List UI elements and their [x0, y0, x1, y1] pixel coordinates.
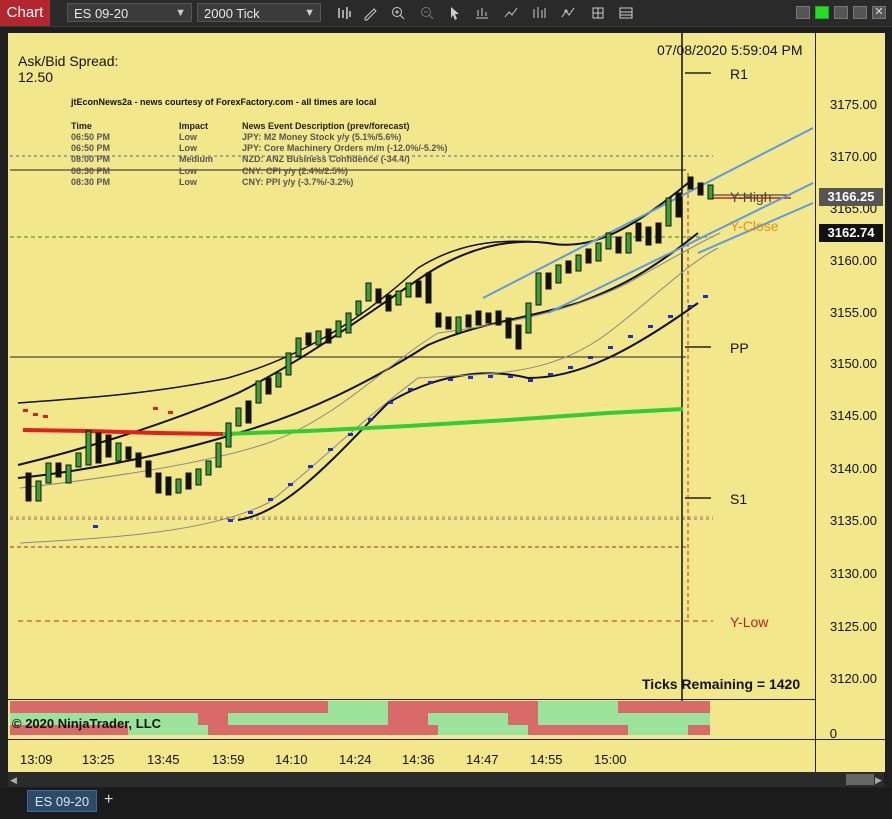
- link-color-button[interactable]: [815, 6, 829, 19]
- time-tick: 14:24: [339, 752, 372, 767]
- data-box-icon[interactable]: [560, 5, 576, 21]
- price-tick: 3140.00: [830, 461, 877, 476]
- news-row-time: 06:50 PM: [71, 132, 111, 142]
- snap-icon[interactable]: [590, 5, 606, 21]
- news-row-time: 08:30 PM: [71, 177, 111, 187]
- zoom-out-icon[interactable]: [419, 5, 435, 21]
- scroll-right-icon[interactable]: ▶: [875, 775, 882, 786]
- grid-icon[interactable]: [618, 5, 634, 21]
- price-tick: 3175.00: [830, 97, 877, 112]
- chart-panel[interactable]: Ask/Bid Spread: 12.50 07/08/2020 5:59:04…: [8, 33, 881, 739]
- time-tick: 14:47: [466, 752, 499, 767]
- time-tick: 13:45: [147, 752, 180, 767]
- chart-tab-bar: ES 09-20 +: [0, 788, 892, 819]
- news-row-time: 08:00 PM: [71, 154, 111, 164]
- time-tick: 13:09: [20, 752, 53, 767]
- news-row-impact: Low: [179, 143, 197, 153]
- time-tick: 13:59: [212, 752, 245, 767]
- news-row-impact: Low: [179, 132, 197, 142]
- interval-value: 2000 Tick: [204, 6, 260, 21]
- y-low-label: Y-Low: [730, 614, 769, 630]
- news-header-impact: Impact: [179, 121, 209, 131]
- news-row-impact: Low: [179, 166, 197, 176]
- spread-value: 12.50: [18, 69, 54, 85]
- price-tick: 3170.00: [830, 149, 877, 164]
- chart-menu-button[interactable]: Chart: [0, 0, 50, 26]
- copyright: © 2020 NinjaTrader, LLC: [12, 716, 162, 731]
- news-row-time: 08:30 PM: [71, 166, 111, 176]
- y-high-label: Y-High: [730, 189, 772, 205]
- indicator-icon[interactable]: [474, 5, 490, 21]
- strategy-icon[interactable]: [503, 5, 519, 21]
- news-row-desc: JPY: M2 Money Stock y/y (5.1%/5.6%): [242, 132, 402, 142]
- axis-corner: [815, 739, 885, 772]
- news-header-time: Time: [71, 121, 92, 131]
- time-axis[interactable]: 13:09 13:25 13:45 13:59 14:10 14:24 14:3…: [8, 739, 815, 772]
- minimize-window-button[interactable]: [796, 6, 810, 19]
- price-tick: 3130.00: [830, 566, 877, 581]
- time-tick: 14:10: [275, 752, 308, 767]
- chevron-down-icon: ▼: [304, 7, 315, 19]
- price-tick: 3125.00: [830, 619, 877, 634]
- instrument-value: ES 09-20: [74, 6, 129, 21]
- spread-label: Ask/Bid Spread:: [18, 53, 119, 69]
- restore-window-button[interactable]: [834, 6, 848, 19]
- tab-es-09-20[interactable]: ES 09-20: [27, 790, 97, 812]
- time-tick: 14:55: [530, 752, 563, 767]
- r1-label: R1: [730, 66, 748, 82]
- news-header-desc: News Event Description (prev/forecast): [242, 121, 410, 131]
- s1-label: S1: [730, 491, 748, 507]
- properties-icon[interactable]: [531, 5, 547, 21]
- news-row-desc: NZD: ANZ Business Confidence (-34.4/): [242, 154, 410, 164]
- red-dot-trail: [23, 407, 173, 418]
- news-title: jtEconNews2a - news courtesy of ForexFac…: [71, 97, 377, 107]
- news-row-desc: CNY: CPI y/y (2.4%/2.5%): [242, 166, 348, 176]
- news-row-impact: Low: [179, 177, 197, 187]
- horizontal-scrollbar[interactable]: ◀ ▶: [8, 772, 884, 787]
- pp-label: PP: [730, 340, 749, 356]
- y-close-label: Y-Close: [730, 218, 779, 234]
- price-tick: 3160.00: [830, 253, 877, 268]
- price-chart-canvas: [10, 33, 814, 701]
- price-axis[interactable]: 3175.00 3170.00 3165.00 3160.00 3155.00 …: [815, 33, 885, 741]
- draw-tool-icon[interactable]: [362, 5, 378, 21]
- price-tick: 3135.00: [830, 513, 877, 528]
- news-row-desc: CNY: PPI y/y (-3.7%/-3.2%): [242, 177, 354, 187]
- time-tick: 14:36: [402, 752, 435, 767]
- top-toolbar: Chart ES 09-20 ▼ 2000 Tick ▼ ✕: [0, 0, 892, 27]
- price-tick: 3120.00: [830, 671, 877, 686]
- news-row-desc: JPY: Core Machinery Orders m/m (-12.0%/-…: [242, 143, 448, 153]
- zoom-in-icon[interactable]: [390, 5, 406, 21]
- chart-timestamp: 07/08/2020 5:59:04 PM: [657, 42, 803, 58]
- instrument-selector[interactable]: ES 09-20 ▼: [67, 3, 192, 22]
- price-tick: 3150.00: [830, 356, 877, 371]
- maximize-window-button[interactable]: [853, 6, 867, 19]
- pointer-icon[interactable]: [447, 5, 463, 21]
- ticks-remaining: Ticks Remaining = 1420: [642, 676, 801, 692]
- news-row-time: 06:50 PM: [71, 143, 111, 153]
- price-tick: 3145.00: [830, 408, 877, 423]
- close-price-badge: 3162.74: [819, 224, 883, 242]
- chevron-down-icon: ▼: [175, 7, 186, 19]
- price-tick: 3155.00: [830, 305, 877, 320]
- add-tab-button[interactable]: +: [104, 791, 113, 809]
- time-tick: 13:25: [82, 752, 115, 767]
- scroll-left-icon[interactable]: ◀: [10, 775, 17, 786]
- news-row-impact: Medium: [179, 154, 214, 164]
- close-window-button[interactable]: ✕: [872, 6, 886, 19]
- candlesticks: [25, 176, 714, 502]
- bar-type-icon[interactable]: [336, 5, 352, 21]
- interval-selector[interactable]: 2000 Tick ▼: [197, 3, 321, 22]
- last-price-badge: 3166.25: [819, 188, 883, 206]
- time-tick: 15:00: [594, 752, 627, 767]
- scroll-thumb[interactable]: [846, 774, 874, 785]
